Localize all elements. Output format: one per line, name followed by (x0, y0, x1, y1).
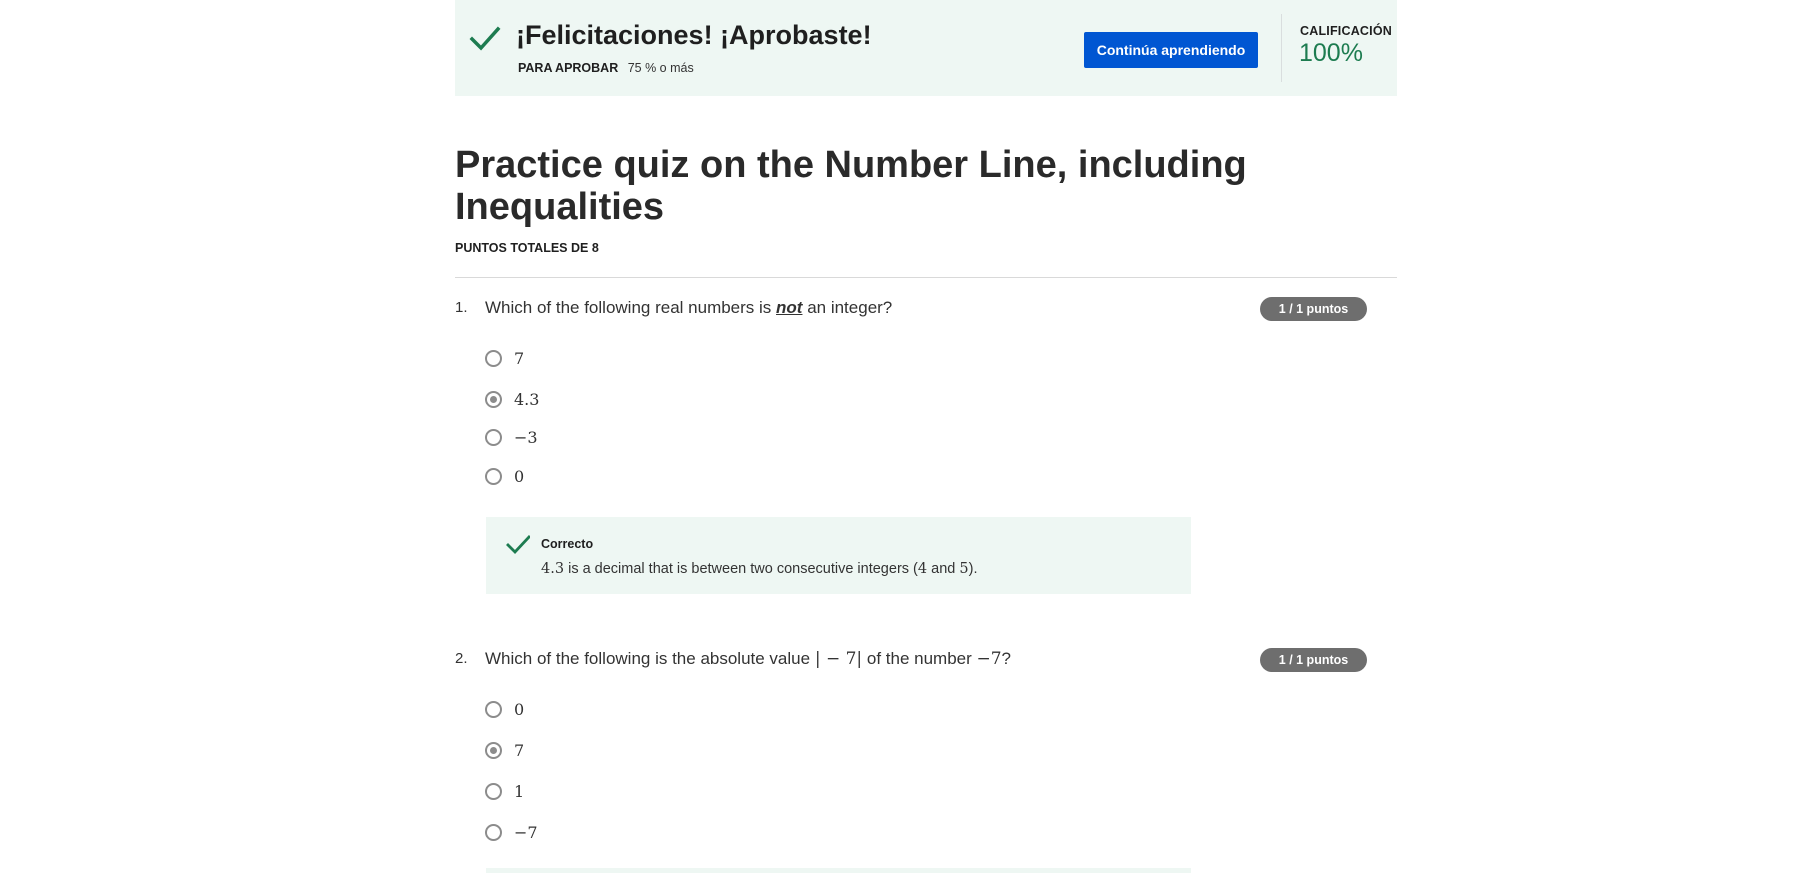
total-points: PUNTOS TOTALES DE 8 (455, 241, 599, 255)
banner-divider (1281, 14, 1282, 82)
answer-option[interactable]: −7 (485, 820, 538, 844)
option-label: 4.3 (514, 389, 540, 409)
pass-requirement: PARA APROBAR 75 % o más (518, 61, 694, 75)
grade-label: CALIFICACIÓN (1300, 24, 1392, 38)
option-label: 7 (514, 740, 525, 760)
feedback-math: 4.3 (541, 561, 565, 577)
option-label: 0 (514, 699, 525, 719)
option-label: 7 (514, 348, 525, 368)
feedback-box (486, 868, 1191, 873)
answer-option[interactable]: 7 (485, 346, 524, 370)
section-divider (455, 277, 1397, 278)
question-text-part: Which of the following is the absolute v… (485, 649, 815, 668)
question-text: Which of the following real numbers is n… (485, 298, 892, 318)
question-text-part: ? (1001, 649, 1012, 668)
question-text: Which of the following is the absolute v… (485, 649, 1011, 669)
checkmark-icon (469, 26, 501, 51)
question-emphasis: not (776, 298, 803, 317)
continue-learning-button[interactable]: Continúa aprendiendo (1084, 32, 1258, 68)
question-text-part: Which of the following real numbers is (485, 298, 777, 317)
answer-option[interactable]: 4.3 (485, 387, 539, 411)
radio-button-selected[interactable] (485, 741, 502, 759)
grade-value: 100% (1299, 39, 1363, 67)
answer-option[interactable]: 0 (485, 697, 524, 721)
question-number: 2. (455, 650, 468, 667)
radio-button[interactable] (485, 823, 502, 841)
feedback-box: Correcto 4.3 is a decimal that is betwee… (486, 517, 1191, 594)
answer-option[interactable]: 7 (485, 738, 524, 762)
option-label: 1 (514, 781, 525, 801)
answer-option[interactable]: 1 (485, 779, 524, 803)
quiz-title: Practice quiz on the Number Line, includ… (455, 144, 1247, 228)
radio-button[interactable] (485, 700, 502, 718)
pass-label: PARA APROBAR (518, 61, 619, 75)
feedback-math: 5 (959, 561, 969, 577)
banner-title: ¡Felicitaciones! ¡Aprobaste! (516, 20, 872, 50)
option-label: −3 (514, 427, 538, 447)
pass-value: 75 % o más (627, 61, 694, 75)
points-badge: 1 / 1 puntos (1260, 648, 1367, 672)
question-number: 1. (455, 299, 468, 316)
question-text-part: an integer? (802, 298, 893, 317)
option-label: 0 (514, 466, 525, 486)
points-badge: 1 / 1 puntos (1260, 297, 1367, 321)
feedback-text-part: is a decimal that is between two consecu… (564, 561, 918, 577)
feedback-text: 4.3 is a decimal that is between two con… (541, 561, 977, 577)
question-math: | − 7| (814, 649, 863, 669)
question-text-part: of the number (862, 649, 977, 668)
radio-button[interactable] (485, 467, 502, 485)
answer-option[interactable]: 0 (485, 464, 524, 488)
feedback-text-part: ). (968, 561, 978, 577)
radio-button[interactable] (485, 349, 502, 367)
quiz-results-page: ¡Felicitaciones! ¡Aprobaste! PARA APROBA… (0, 0, 1813, 873)
feedback-text-part: and (927, 561, 960, 577)
answer-option[interactable]: −3 (485, 425, 538, 449)
radio-button[interactable] (485, 428, 502, 446)
pass-banner: ¡Felicitaciones! ¡Aprobaste! PARA APROBA… (455, 0, 1397, 96)
feedback-title: Correcto (541, 537, 594, 551)
checkmark-icon (506, 535, 530, 555)
question-math: −7 (976, 649, 1002, 669)
option-label: −7 (514, 822, 538, 842)
feedback-math: 4 (917, 561, 928, 577)
radio-button-selected[interactable] (485, 390, 502, 408)
radio-button[interactable] (485, 782, 502, 800)
